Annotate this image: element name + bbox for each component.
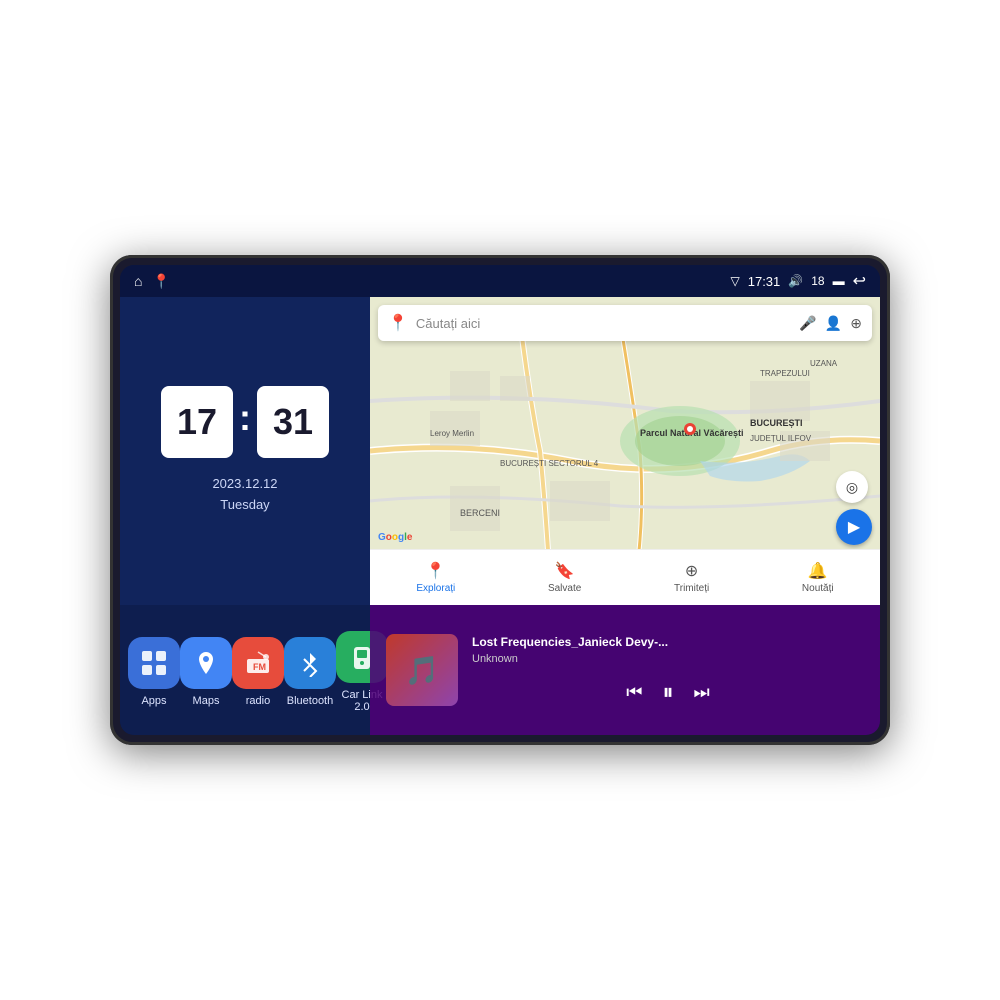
next-track-button[interactable]: ⏭	[694, 682, 710, 703]
bluetooth-label: Bluetooth	[287, 695, 333, 707]
saved-icon: 🔖	[555, 561, 575, 581]
contribute-icon: ⊕	[685, 561, 698, 581]
device-frame: ⌂ 📍 ▽ 17:31 🔊 18 ▬ ↩ 17 :	[110, 255, 890, 745]
clock-hours: 17	[161, 386, 233, 458]
svg-text:JUDEȚUL ILFOV: JUDEȚUL ILFOV	[750, 434, 812, 443]
status-time: 17:31	[748, 274, 781, 289]
music-player: 🎵 Lost Frequencies_Janieck Devy-... Unkn…	[370, 605, 880, 735]
prev-track-button[interactable]: ⏮	[626, 682, 642, 703]
svg-text:UZANA: UZANA	[810, 359, 838, 368]
clock-widget: 17 : 31 2023.12.12 Tuesday	[120, 297, 370, 605]
svg-text:TRAPEZULUI: TRAPEZULUI	[760, 369, 810, 378]
music-artist: Unknown	[472, 653, 864, 665]
account-icon[interactable]: 👤	[825, 315, 842, 332]
map-search-actions: 🎤 👤 ⊕	[799, 315, 862, 332]
map-bottom-bar: 📍 Explorați 🔖 Salvate ⊕ Trimiteți 🔔	[370, 549, 880, 605]
map-search-bar[interactable]: 📍 Căutați aici 🎤 👤 ⊕	[378, 305, 872, 341]
maps-app-icon[interactable]	[180, 637, 232, 689]
app-item-maps[interactable]: Maps	[180, 637, 232, 707]
svg-text:Leroy Merlin: Leroy Merlin	[430, 429, 474, 438]
explore-icon: 📍	[426, 561, 446, 581]
app-item-bluetooth[interactable]: Bluetooth	[284, 637, 336, 707]
battery-level: 18	[811, 274, 824, 288]
maps-label: Maps	[193, 695, 220, 707]
map-tab-news[interactable]: 🔔 Noutăți	[802, 561, 834, 594]
music-info: Lost Frequencies_Janieck Devy-... Unknow…	[472, 635, 864, 705]
status-right-info: ▽ 17:31 🔊 18 ▬ ↩	[731, 271, 867, 291]
clock-minutes: 31	[257, 386, 329, 458]
radio-app-icon[interactable]: FM	[232, 637, 284, 689]
album-art: 🎵	[386, 634, 458, 706]
signal-icon: ▽	[731, 274, 740, 288]
music-controls: ⏮ ⏸ ⏭	[472, 679, 864, 705]
device-screen: ⌂ 📍 ▽ 17:31 🔊 18 ▬ ↩ 17 :	[120, 265, 880, 735]
app-item-radio[interactable]: FM radio	[232, 637, 284, 707]
apps-app-icon[interactable]	[128, 637, 180, 689]
left-panel: 17 : 31 2023.12.12 Tuesday	[120, 297, 370, 735]
svg-text:BERCENI: BERCENI	[460, 508, 500, 518]
news-icon: 🔔	[808, 561, 828, 581]
map-location-btn[interactable]: ◎	[836, 471, 868, 503]
clock-colon: :	[239, 397, 251, 439]
map-navigate-btn[interactable]: ▶	[836, 509, 872, 545]
apps-dock: Apps Maps	[120, 605, 370, 735]
play-pause-button[interactable]: ⏸	[662, 679, 673, 705]
svg-text:BUCUREȘTI: BUCUREȘTI	[750, 418, 803, 428]
voice-search-icon[interactable]: 🎤	[799, 315, 816, 332]
clock-display: 17 : 31	[161, 386, 329, 458]
status-bar: ⌂ 📍 ▽ 17:31 🔊 18 ▬ ↩	[120, 265, 880, 297]
right-panel: Parcul Natural Văcărești Leroy Merlin TR…	[370, 297, 880, 735]
map-tab-explore[interactable]: 📍 Explorați	[416, 561, 455, 594]
music-title: Lost Frequencies_Janieck Devy-...	[472, 635, 864, 649]
maps-pin-icon: 📍	[388, 313, 408, 333]
svg-text:BUCUREȘTI SECTORUL 4: BUCUREȘTI SECTORUL 4	[500, 459, 599, 468]
back-icon[interactable]: ↩	[853, 271, 866, 291]
apps-label: Apps	[141, 695, 166, 707]
map-tab-contribute[interactable]: ⊕ Trimiteți	[674, 561, 709, 594]
google-logo: Google	[378, 532, 412, 543]
main-content: 17 : 31 2023.12.12 Tuesday	[120, 297, 880, 735]
album-art-img: 🎵	[386, 634, 458, 706]
radio-label: radio	[246, 695, 270, 707]
volume-icon: 🔊	[788, 274, 803, 288]
layers-icon[interactable]: ⊕	[850, 315, 862, 332]
clock-date: 2023.12.12 Tuesday	[212, 474, 277, 516]
map-tab-saved[interactable]: 🔖 Salvate	[548, 561, 581, 594]
bluetooth-app-icon[interactable]	[284, 637, 336, 689]
home-icon[interactable]: ⌂	[134, 273, 142, 289]
search-placeholder: Căutați aici	[416, 316, 791, 331]
battery-icon: ▬	[833, 274, 845, 288]
location-icon[interactable]: 📍	[152, 273, 169, 290]
map-controls: ◎ ▶	[836, 471, 872, 545]
map-area[interactable]: Parcul Natural Văcărești Leroy Merlin TR…	[370, 297, 880, 605]
status-left-icons: ⌂ 📍	[134, 273, 170, 290]
svg-text:FM: FM	[253, 662, 266, 672]
app-item-apps[interactable]: Apps	[128, 637, 180, 707]
